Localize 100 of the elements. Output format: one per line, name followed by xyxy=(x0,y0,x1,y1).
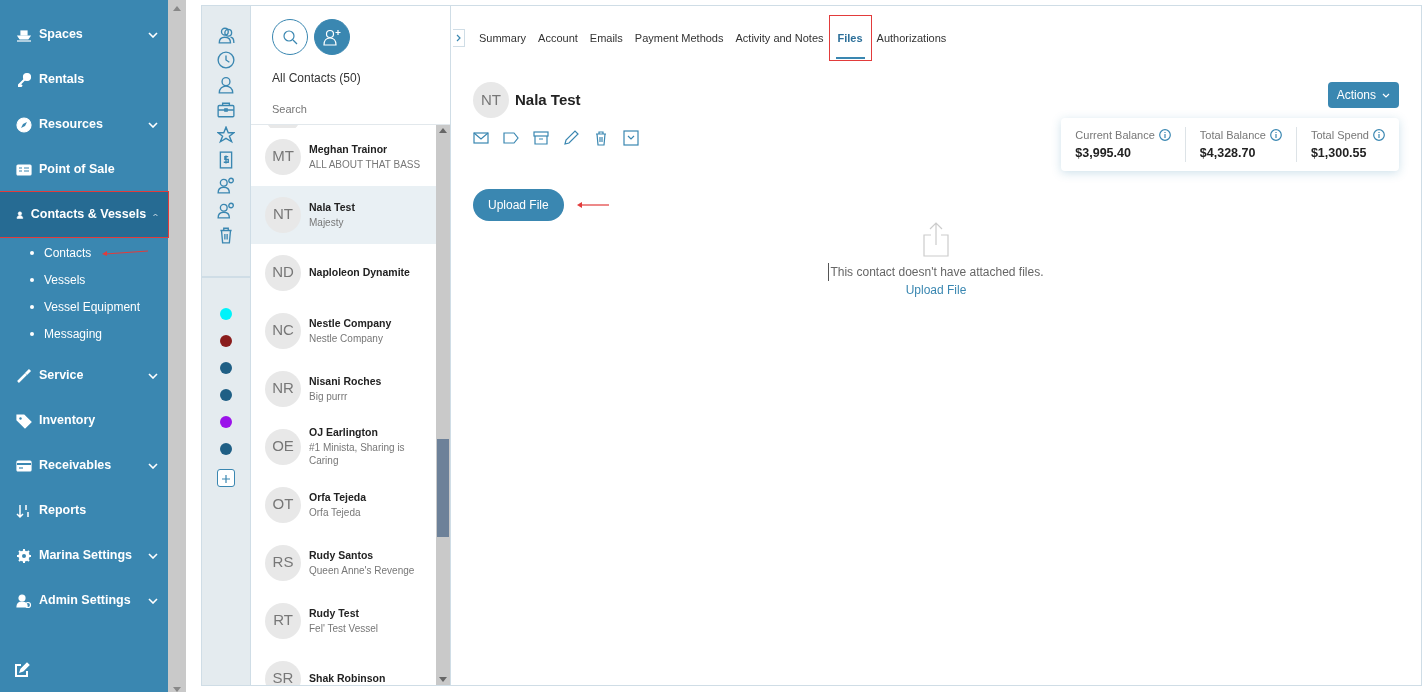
tab[interactable]: Payment Methods xyxy=(628,25,730,51)
nav-item[interactable]: Marina Settings xyxy=(0,533,168,578)
star-icon xyxy=(217,126,235,144)
chevron-down-icon xyxy=(148,121,158,128)
ticket-icon xyxy=(16,161,32,178)
tab[interactable]: Account xyxy=(532,25,584,51)
rail-button[interactable] xyxy=(217,226,235,244)
avatar: OE xyxy=(265,428,301,465)
rail-button[interactable] xyxy=(217,51,235,69)
info-icon xyxy=(1158,129,1171,142)
avatar: RT xyxy=(265,602,301,639)
chevron-right-icon xyxy=(456,34,461,42)
search-icon xyxy=(282,29,298,45)
nav-item[interactable]: Admin Settings xyxy=(0,578,168,623)
actions-button[interactable]: Actions xyxy=(1327,82,1399,108)
avatar: ND xyxy=(265,254,301,291)
nav-item[interactable]: Rentals xyxy=(0,57,168,102)
add-tag-button[interactable] xyxy=(217,469,235,487)
tab[interactable]: Files xyxy=(829,15,871,61)
rail-button[interactable] xyxy=(217,126,235,144)
upload-link[interactable]: Upload File xyxy=(905,281,967,300)
tag-dot[interactable] xyxy=(220,443,232,455)
nav-item[interactable]: Reports xyxy=(0,488,168,533)
contact-vessel: Orfa Tejeda xyxy=(309,505,362,520)
avatar: SR xyxy=(265,660,301,685)
upload-button[interactable]: Upload File xyxy=(473,189,564,222)
rail-button[interactable] xyxy=(217,176,235,194)
avatar: RS xyxy=(265,544,301,581)
balance-label: Total Spend xyxy=(1310,128,1369,143)
nav-subitem[interactable]: Contacts xyxy=(44,243,92,262)
add-contact-button[interactable] xyxy=(314,19,350,55)
nav-item[interactable]: Point of Sale xyxy=(0,147,168,192)
receipt-icon xyxy=(217,151,235,169)
contact-item[interactable]: NT Nala Test Majesty xyxy=(251,185,436,244)
contact-vessel: Queen Anne's Revenge xyxy=(309,563,415,578)
nav-subitem[interactable]: Vessel Equipment xyxy=(44,297,141,316)
chevron-down-icon xyxy=(1382,92,1390,98)
info-icon xyxy=(1269,129,1282,142)
tab[interactable]: Activity and Notes xyxy=(729,25,830,51)
rail-button[interactable] xyxy=(217,201,235,219)
contact-name: Nala Test xyxy=(309,199,355,215)
tag-dot[interactable] xyxy=(220,335,232,347)
bullet-icon xyxy=(30,304,34,309)
tab[interactable]: Emails xyxy=(583,25,629,51)
nav-subitem[interactable]: Messaging xyxy=(44,324,103,343)
contact-name: Orfa Tejeda xyxy=(309,489,366,505)
nav-item[interactable]: Contacts & Vessels xyxy=(0,192,168,237)
rail-button[interactable] xyxy=(217,76,235,94)
contact-vessel: #1 Minista, Sharing is Caring xyxy=(309,440,406,468)
tag-dot[interactable] xyxy=(220,416,232,428)
search-button[interactable] xyxy=(272,19,308,55)
tag-dot[interactable] xyxy=(220,389,232,401)
toolbar-button[interactable] xyxy=(593,130,609,146)
chevron-down-icon xyxy=(148,372,158,379)
add-person-icon xyxy=(322,28,342,46)
nav-subitem[interactable]: Vessels xyxy=(44,270,86,289)
tag-dot[interactable] xyxy=(220,308,232,320)
gear-icon xyxy=(16,547,32,564)
rail-button[interactable] xyxy=(217,101,235,119)
nav-item[interactable]: Resources xyxy=(0,102,168,147)
contact-vessel: Majesty xyxy=(309,215,345,230)
card-icon xyxy=(16,457,32,474)
expand-button[interactable] xyxy=(453,29,465,47)
chevron-down-icon xyxy=(148,31,158,38)
bullet-icon xyxy=(30,250,34,255)
contacts-title: All Contacts (50) xyxy=(272,70,361,87)
nav-item[interactable]: Receivables xyxy=(0,443,168,488)
toolbar-button[interactable] xyxy=(623,130,639,146)
contact-name: OJ Earlington xyxy=(309,425,379,441)
contact-name: Meghan Trainor xyxy=(309,141,389,157)
mail-icon xyxy=(473,130,489,146)
briefcase-icon xyxy=(217,101,235,119)
rail-button[interactable] xyxy=(217,26,235,44)
rail-button[interactable] xyxy=(217,151,235,169)
tab[interactable]: Authorizations xyxy=(870,25,953,51)
contact-vessel: Fel' Test Vessel xyxy=(309,621,378,636)
archive-icon xyxy=(533,130,549,146)
tab[interactable]: Summary xyxy=(473,25,533,51)
user-badge-icon xyxy=(217,201,235,219)
bullet-icon xyxy=(30,331,34,336)
balance-value: $3,995.40 xyxy=(1075,144,1132,162)
balance-value: $4,328.70 xyxy=(1199,144,1257,162)
plus-icon xyxy=(221,474,231,485)
toolbar-button[interactable] xyxy=(503,130,519,146)
balance-label: Current Balance xyxy=(1075,128,1155,143)
toolbar-button[interactable] xyxy=(533,130,549,146)
nav-item[interactable]: Service xyxy=(0,353,168,398)
nav-item[interactable]: Spaces xyxy=(0,12,168,57)
toolbar-button[interactable] xyxy=(473,130,489,146)
tag-dot[interactable] xyxy=(220,362,232,374)
tag-icon xyxy=(503,130,519,146)
contact-vessel: Nestle Company xyxy=(309,331,384,346)
scroll-down-icon xyxy=(439,677,447,682)
nav-item[interactable]: Inventory xyxy=(0,398,168,443)
contact-vessel: ALL ABOUT THAT BASS xyxy=(309,157,421,172)
toolbar-button[interactable] xyxy=(563,130,579,146)
scrollbar-thumb[interactable] xyxy=(437,439,449,537)
upload-icon xyxy=(923,221,949,258)
tags-icon xyxy=(16,412,32,429)
balance-value: $1,300.55 xyxy=(1310,144,1368,162)
